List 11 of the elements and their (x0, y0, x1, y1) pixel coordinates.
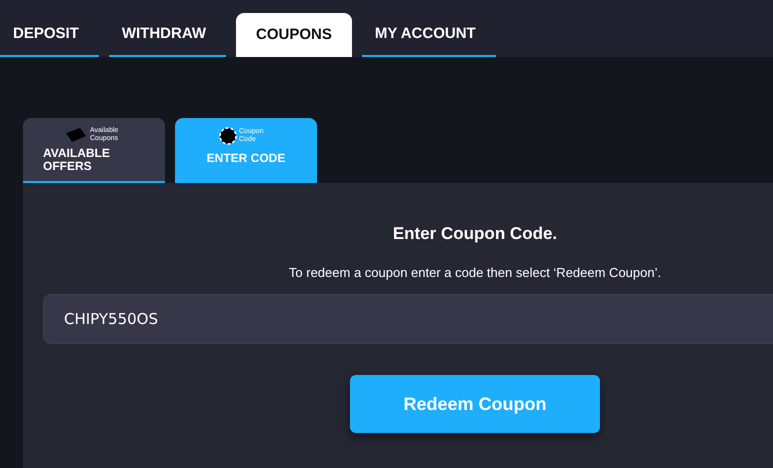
coupon-code-field[interactable]: CHIPY550OS (43, 294, 773, 344)
tag-icon (64, 128, 88, 142)
nav-tab[interactable]: WITHDRAW (108, 13, 226, 57)
dashed-circle-icon (219, 127, 237, 145)
tab-label: AVAILABLE OFFERS (43, 147, 111, 173)
tab-label: ENTER CODE (206, 150, 286, 167)
instructions-text: To redeem a coupon enter a code then select ‘Redeem Coupon’. (288, 264, 662, 282)
panel-title: Enter Coupon Code. (392, 223, 558, 245)
nav-tab[interactable]: DEPOSIT (0, 13, 99, 57)
nav-tab[interactable]: MY ACCOUNT (362, 13, 496, 57)
nav-tab[interactable]: COUPONS (236, 13, 352, 57)
